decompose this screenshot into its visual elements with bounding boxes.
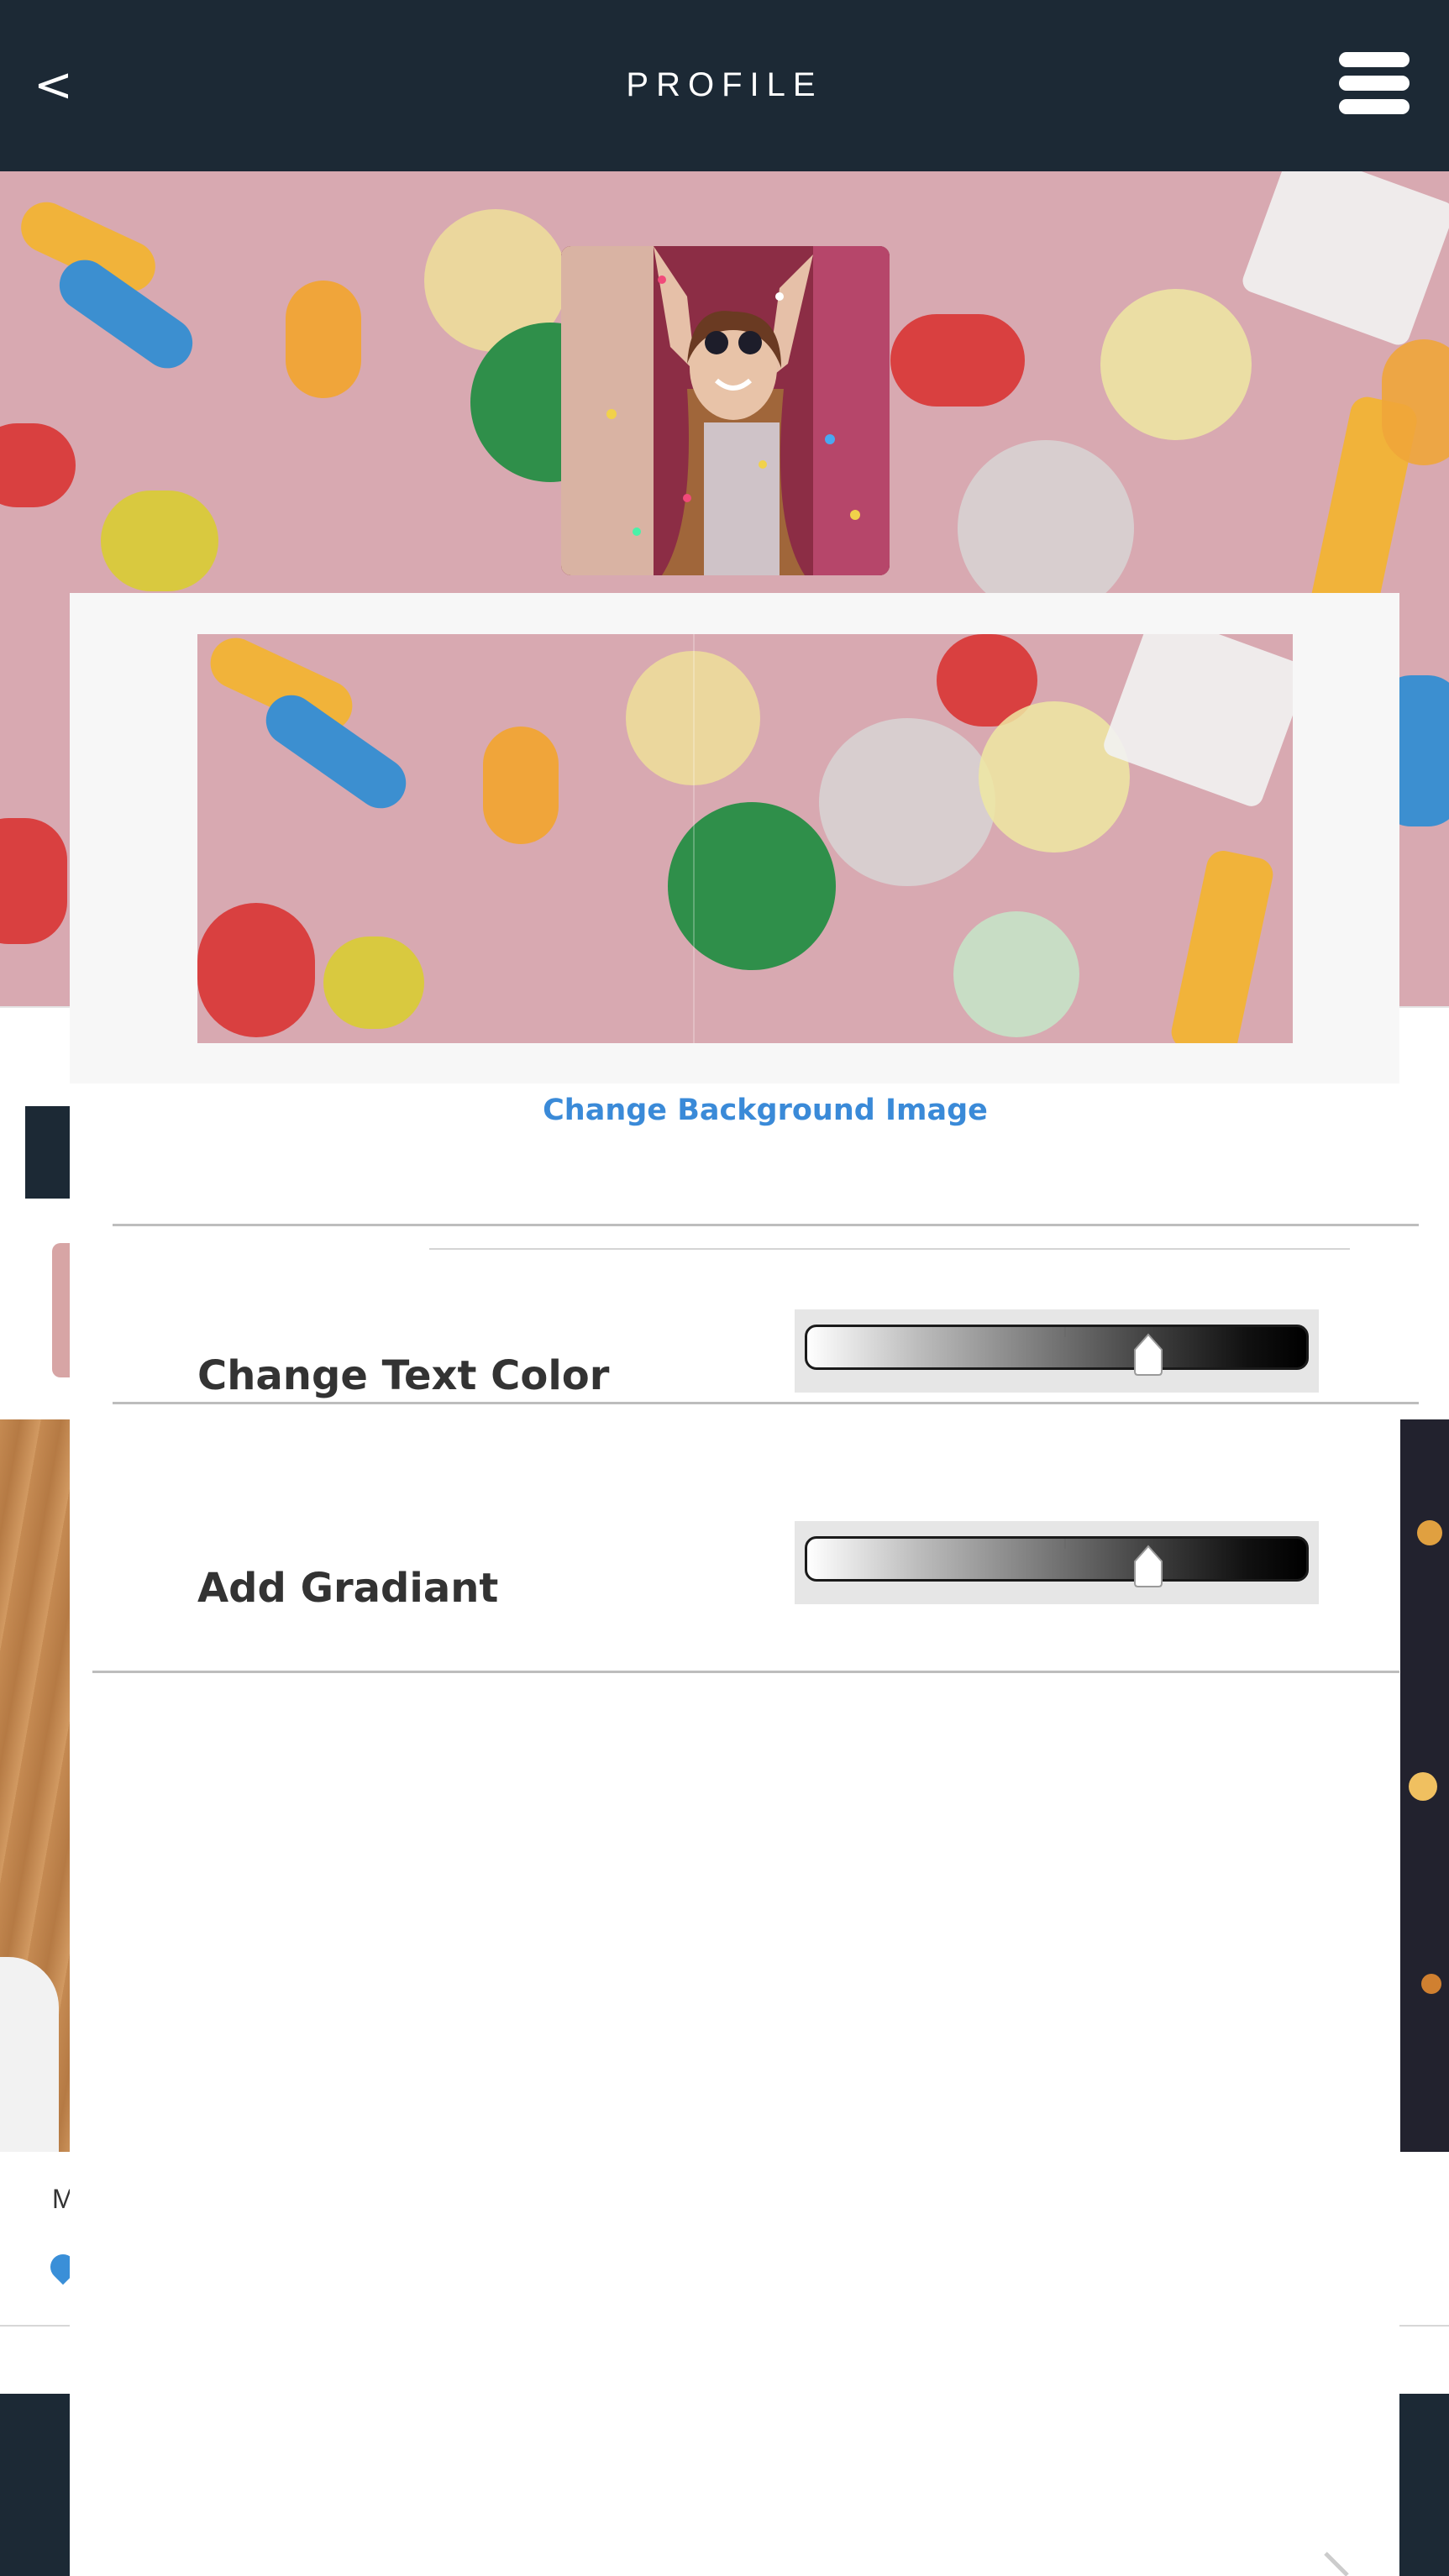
background-tab-bar: [25, 1106, 70, 1199]
change-text-color-label: Change Text Color: [197, 1352, 610, 1399]
app-screen: < PROFILE M Change Background Image Chan…: [0, 0, 1449, 2576]
text-color-slider-track[interactable]: [805, 1325, 1309, 1370]
top-nav-bar: < PROFILE: [0, 0, 1449, 171]
modal-divider: [92, 1671, 1399, 1673]
hamburger-menu-icon[interactable]: [1339, 52, 1410, 114]
background-preview-panel: [70, 593, 1399, 1083]
change-background-image-link[interactable]: Change Background Image: [70, 1085, 1449, 1136]
profile-photo[interactable]: [561, 246, 890, 575]
background-card-photo: [0, 1419, 71, 2152]
text-color-slider[interactable]: [795, 1309, 1319, 1393]
slider-tick: [1064, 1539, 1066, 1549]
menu-bar: [1339, 99, 1410, 114]
add-gradient-label: Add Gradiant: [197, 1565, 499, 1612]
modal-divider: [113, 1402, 1419, 1404]
background-image-preview[interactable]: [197, 634, 1293, 1043]
gradient-slider-thumb[interactable]: [1132, 1545, 1164, 1588]
menu-bar: [1339, 76, 1410, 91]
gradient-slider[interactable]: [795, 1521, 1319, 1604]
background-avatar-partial: [52, 1243, 70, 1377]
modal-divider: [429, 1248, 1350, 1250]
background-settings-modal: Change Background Image Change Text Colo…: [70, 593, 1419, 2576]
slider-tick: [1064, 1327, 1066, 1337]
page-title: PROFILE: [626, 66, 823, 103]
background-card-photo-right: [1400, 1419, 1449, 2152]
preview-divider: [693, 634, 695, 1043]
menu-bar: [1339, 52, 1410, 67]
gradient-slider-track[interactable]: [805, 1536, 1309, 1582]
modal-divider: [113, 1224, 1419, 1226]
text-color-slider-thumb[interactable]: [1132, 1333, 1164, 1377]
chevron-right-icon: [1324, 2552, 1349, 2576]
